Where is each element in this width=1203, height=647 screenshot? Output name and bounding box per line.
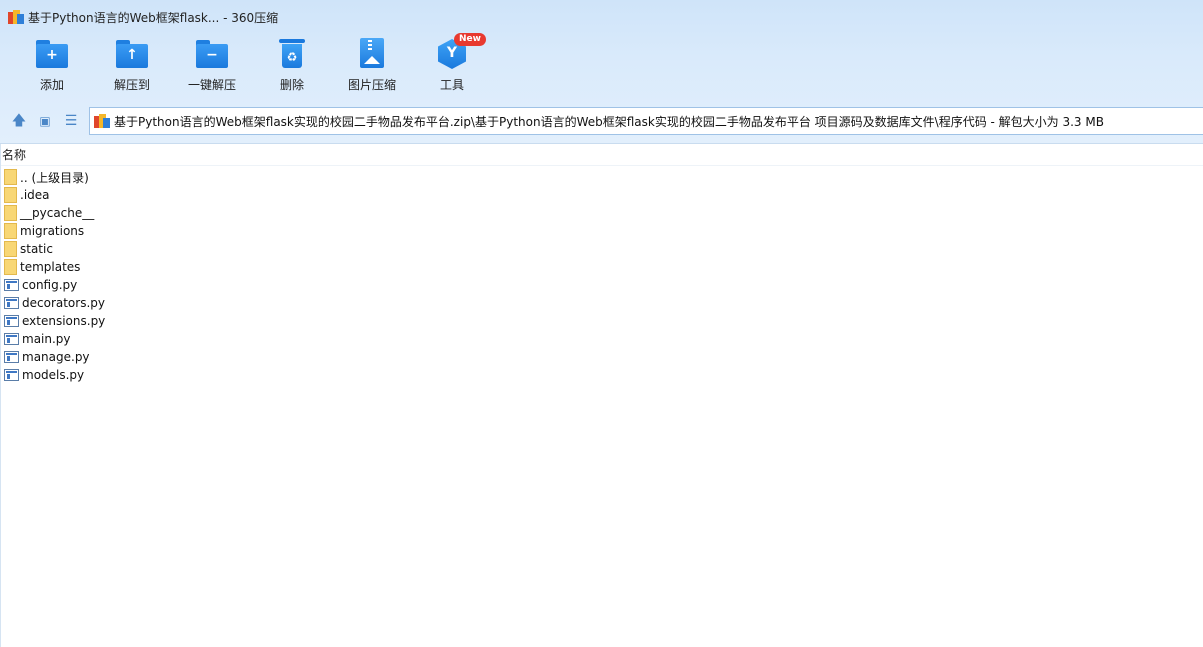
- list-item[interactable]: config.py: [1, 276, 1203, 294]
- extract-to-button[interactable]: ↑ 解压到: [92, 38, 172, 98]
- top-chrome: 基于Python语言的Web框架flask... - 360压缩 + 添加 ↑ …: [0, 0, 1203, 144]
- list-item[interactable]: .idea: [1, 186, 1203, 204]
- list-item[interactable]: extensions.py: [1, 312, 1203, 330]
- image-compress-icon: [356, 38, 388, 70]
- add-label: 添加: [39, 78, 64, 92]
- file-name: static: [20, 242, 53, 256]
- add-folder-icon: +: [36, 38, 68, 70]
- title-bar: 基于Python语言的Web框架flask... - 360压缩: [0, 0, 1203, 34]
- address-bar[interactable]: 基于Python语言的Web框架flask实现的校园二手物品发布平台.zip\基…: [89, 107, 1203, 135]
- python-file-icon: [4, 315, 19, 327]
- file-name: models.py: [22, 368, 85, 382]
- app-logo-icon: [8, 9, 24, 25]
- list-item[interactable]: decorators.py: [1, 294, 1203, 312]
- list-item[interactable]: models.py: [1, 366, 1203, 384]
- file-name: extensions.py: [22, 314, 106, 328]
- one-click-extract-button[interactable]: − 一键解压: [172, 38, 252, 98]
- file-rows: .. (上级目录) .idea __pycache__ migrations stati…: [1, 168, 1203, 384]
- app-window: 基于Python语言的Web框架flask... - 360压缩 + 添加 ↑ …: [0, 0, 1203, 647]
- list-item[interactable]: migrations: [1, 222, 1203, 240]
- list-item[interactable]: templates: [1, 258, 1203, 276]
- list-item[interactable]: .. (上级目录): [1, 168, 1203, 186]
- file-name: templates: [20, 260, 81, 274]
- folder-icon: [4, 187, 17, 203]
- extract-to-label: 解压到: [113, 78, 150, 92]
- file-list: 名称 .. (上级目录) .idea __pycache__ migrations st…: [0, 144, 1203, 647]
- file-name: decorators.py: [22, 296, 105, 310]
- one-click-extract-label: 一键解压: [187, 78, 236, 92]
- delete-icon: ♻: [276, 38, 308, 70]
- archive-icon: [94, 113, 110, 129]
- tools-label: 工具: [439, 78, 464, 92]
- file-name: main.py: [22, 332, 71, 346]
- up-level-icon[interactable]: 🡅: [10, 112, 28, 130]
- folder-icon: [4, 241, 17, 257]
- folder-icon: [4, 205, 17, 221]
- add-button[interactable]: + 添加: [12, 38, 92, 98]
- address-path: 基于Python语言的Web框架flask实现的校园二手物品发布平台.zip\基…: [114, 114, 1104, 129]
- folder-icon: [4, 223, 17, 239]
- python-file-icon: [4, 279, 19, 291]
- toolbar: + 添加 ↑ 解压到 − 一键解压 ♻ 删除 图片压缩 Y 工具: [0, 34, 1203, 100]
- navigation-bar: 🡅 ▣ ☰ 基于Python语言的Web框架flask实现的校园二手物品发布平台…: [0, 106, 1203, 136]
- list-item[interactable]: manage.py: [1, 348, 1203, 366]
- tools-button[interactable]: Y 工具: [412, 38, 492, 98]
- window-title: 基于Python语言的Web框架flask... - 360压缩: [28, 10, 279, 25]
- folder-icon: [4, 169, 17, 185]
- python-file-icon: [4, 297, 19, 309]
- delete-label: 删除: [279, 78, 304, 92]
- file-name: migrations: [20, 224, 85, 238]
- file-name: __pycache__: [20, 206, 95, 220]
- image-compress-button[interactable]: 图片压缩: [332, 38, 412, 98]
- list-item[interactable]: main.py: [1, 330, 1203, 348]
- list-view-icon[interactable]: ☰: [62, 112, 80, 130]
- one-click-extract-icon: −: [196, 38, 228, 70]
- folder-icon: [4, 259, 17, 275]
- column-header-name[interactable]: 名称: [1, 144, 1203, 166]
- python-file-icon: [4, 369, 19, 381]
- extract-to-icon: ↑: [116, 38, 148, 70]
- new-badge: New: [454, 33, 486, 46]
- file-name: manage.py: [22, 350, 90, 364]
- file-name: config.py: [22, 278, 78, 292]
- file-name: .idea: [20, 188, 50, 202]
- thumbnail-view-icon[interactable]: ▣: [36, 112, 54, 130]
- file-name: .. (上级目录): [20, 170, 89, 185]
- delete-button[interactable]: ♻ 删除: [252, 38, 332, 98]
- python-file-icon: [4, 333, 19, 345]
- list-item[interactable]: __pycache__: [1, 204, 1203, 222]
- image-compress-label: 图片压缩: [347, 78, 396, 92]
- list-item[interactable]: static: [1, 240, 1203, 258]
- python-file-icon: [4, 351, 19, 363]
